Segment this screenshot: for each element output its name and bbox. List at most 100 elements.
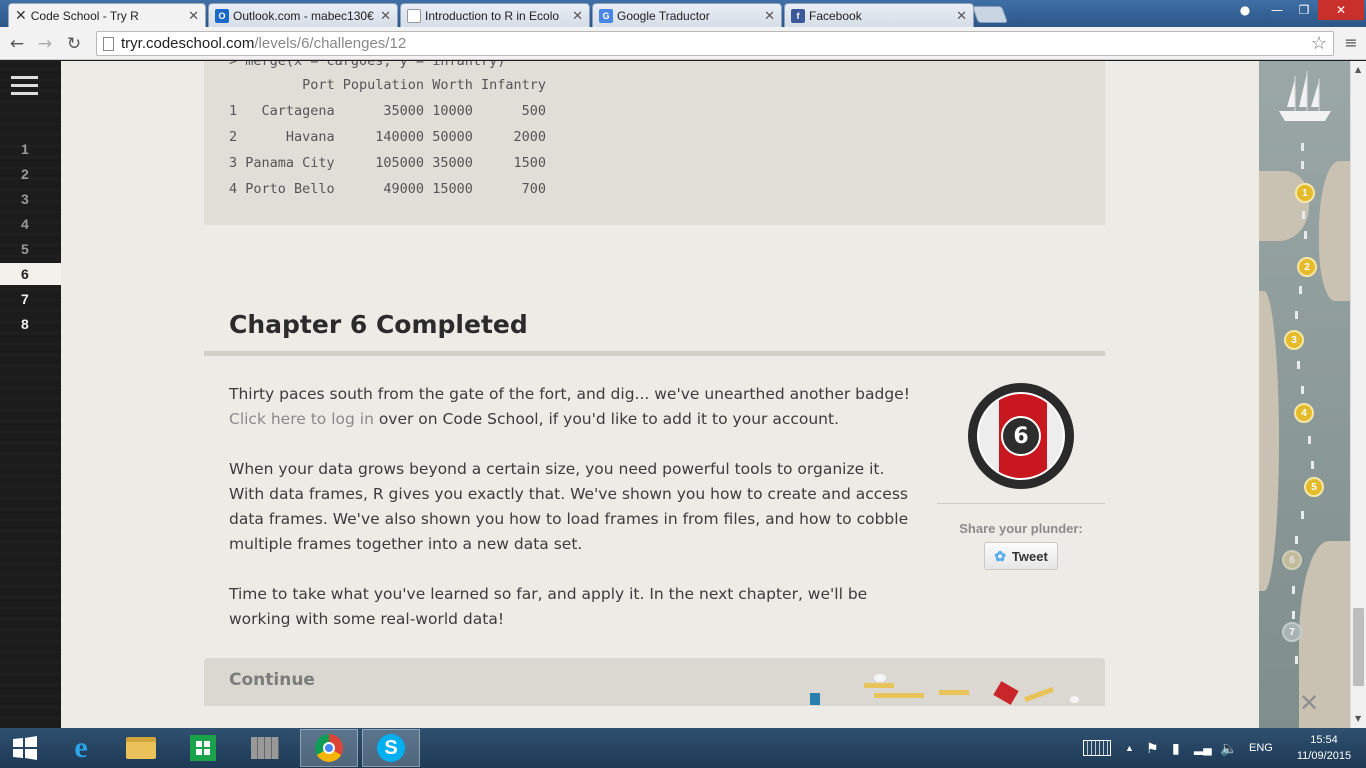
- battery-icon[interactable]: ▮: [1172, 728, 1180, 768]
- volume-icon[interactable]: 🔈: [1220, 728, 1237, 768]
- twitter-bird-icon: ✿: [994, 547, 1006, 564]
- google-translate-icon: G: [599, 8, 613, 23]
- chapter-link-2[interactable]: 2: [0, 163, 61, 185]
- route-dash: [1295, 536, 1298, 544]
- map-marker-2[interactable]: 2: [1297, 257, 1317, 277]
- address-bar[interactable]: tryr.codeschool.com/levels/6/challenges/…: [96, 31, 1334, 56]
- route-dash: [1301, 161, 1304, 169]
- file-explorer-icon[interactable]: [112, 729, 170, 767]
- completion-paragraph: Thirty paces south from the gate of the …: [229, 382, 919, 432]
- internet-explorer-icon[interactable]: e: [52, 729, 110, 767]
- keyboard-icon[interactable]: [1083, 728, 1111, 768]
- tab-google-traductor[interactable]: G Google Traductor ✕: [592, 3, 782, 27]
- main-content: > merge(x = cargoes, y = infantry) Port …: [61, 61, 1259, 728]
- route-dash: [1295, 656, 1298, 664]
- share-divider: [937, 503, 1105, 504]
- bookmark-star-icon[interactable]: ☆: [1311, 33, 1327, 54]
- map-land: [1319, 161, 1350, 301]
- route-dash: [1292, 586, 1295, 594]
- login-link[interactable]: Click here to log in: [229, 410, 374, 428]
- chrome-icon[interactable]: [300, 729, 358, 767]
- restore-button[interactable]: ❐: [1290, 0, 1318, 20]
- browser-toolbar: ← → ↻ tryr.codeschool.com/levels/6/chall…: [0, 27, 1366, 60]
- chapter-link-4[interactable]: 4: [0, 213, 61, 235]
- tab-title: Code School - Try R: [30, 8, 139, 23]
- route-dash: [1295, 311, 1298, 319]
- code-partial-line: > merge(x = cargoes, y = infantry): [229, 61, 506, 69]
- language-indicator[interactable]: ENG: [1249, 728, 1273, 768]
- vertical-scrollbar[interactable]: ▲ ▼: [1350, 61, 1366, 728]
- decorative-shape: [874, 693, 924, 698]
- code-header-line: Port Population Worth Infantry: [229, 77, 546, 93]
- progress-map: 1 2 3 4 5 6 7 ✕: [1259, 61, 1350, 728]
- chapter-link-6[interactable]: 6: [0, 263, 61, 285]
- skype-icon[interactable]: S: [362, 729, 420, 767]
- tab-title: Facebook: [809, 8, 862, 23]
- map-marker-1[interactable]: 1: [1295, 183, 1315, 203]
- close-icon[interactable]: ✕: [380, 8, 391, 24]
- tweet-label: Tweet: [1011, 548, 1048, 564]
- close-icon[interactable]: ✕: [572, 8, 583, 24]
- tab-outlook[interactable]: O Outlook.com - mabec130€ ✕: [208, 3, 398, 27]
- reload-icon[interactable]: ↻: [63, 33, 85, 55]
- map-marker-5[interactable]: 5: [1304, 477, 1324, 497]
- tab-facebook[interactable]: f Facebook ✕: [784, 3, 974, 27]
- code-output-block: > merge(x = cargoes, y = infantry) Port …: [204, 61, 1105, 225]
- chrome-menu-icon[interactable]: ≡: [1342, 33, 1360, 53]
- facebook-icon: f: [791, 8, 805, 23]
- route-dash: [1301, 143, 1304, 151]
- title-divider: [204, 351, 1105, 356]
- scroll-down-icon[interactable]: ▼: [1355, 714, 1361, 723]
- chapter-link-3[interactable]: 3: [0, 188, 61, 210]
- minimize-button[interactable]: —: [1264, 0, 1290, 20]
- close-icon[interactable]: ✕: [956, 8, 967, 24]
- menu-icon[interactable]: [11, 76, 38, 96]
- remote-desktop-icon[interactable]: [236, 729, 294, 767]
- chapter-link-8[interactable]: 8: [0, 313, 61, 335]
- system-clock[interactable]: 15:54 11/09/2015: [1290, 732, 1358, 764]
- tab-intro-r-ecology[interactable]: Introduction to R in Ecolo ✕: [400, 3, 590, 27]
- decorative-shape: [1070, 696, 1079, 703]
- flag-icon[interactable]: ⚑: [1146, 728, 1159, 768]
- route-dash: [1304, 231, 1307, 239]
- scrollbar-thumb[interactable]: [1353, 608, 1364, 686]
- route-dash: [1302, 211, 1305, 219]
- badge-number: 6: [1001, 416, 1041, 456]
- code-row: 3 Panama City 105000 35000 1500: [229, 155, 546, 171]
- windows-store-icon[interactable]: [174, 729, 232, 767]
- user-icon[interactable]: ●: [1234, 0, 1256, 20]
- code-school-icon: ✕: [15, 7, 27, 23]
- signal-icon[interactable]: ▂▄: [1194, 728, 1212, 768]
- windows-taskbar: e S ▲ ⚑ ▮ ▂▄ 🔈 ENG 15:54 11/09/2015: [0, 728, 1366, 768]
- map-marker-3[interactable]: 3: [1284, 330, 1304, 350]
- map-marker-6[interactable]: 6: [1282, 550, 1302, 570]
- paragraph-text: Thirty paces south from the gate of the …: [229, 385, 910, 403]
- new-tab-button[interactable]: [971, 6, 1009, 23]
- map-land: [1259, 171, 1309, 241]
- close-icon[interactable]: ✕: [188, 8, 199, 24]
- close-icon[interactable]: ✕: [764, 8, 775, 24]
- scroll-up-icon[interactable]: ▲: [1355, 65, 1361, 74]
- outlook-icon: O: [215, 8, 229, 23]
- continue-button[interactable]: Continue: [204, 658, 1105, 706]
- back-icon[interactable]: ←: [6, 33, 28, 55]
- url-path: /levels/6/challenges/12: [254, 35, 407, 52]
- tweet-button[interactable]: ✿ Tweet: [984, 542, 1058, 570]
- map-marker-4[interactable]: 4: [1294, 403, 1314, 423]
- close-window-button[interactable]: ✕: [1318, 0, 1364, 20]
- route-dash: [1292, 611, 1295, 619]
- chapter-link-7[interactable]: 7: [0, 288, 61, 310]
- tab-code-school[interactable]: ✕ Code School - Try R ✕: [8, 3, 206, 27]
- windows-start-icon[interactable]: [0, 729, 50, 767]
- forward-icon[interactable]: →: [34, 33, 56, 55]
- paragraph-text: over on Code School, if you'd like to ad…: [373, 410, 840, 428]
- clock-time: 15:54: [1310, 734, 1338, 746]
- tab-title: Outlook.com - mabec130€: [233, 8, 374, 23]
- decorative-shape: [864, 683, 894, 688]
- chapter-link-5[interactable]: 5: [0, 238, 61, 260]
- share-label: Share your plunder:: [959, 521, 1083, 536]
- map-marker-7[interactable]: 7: [1282, 622, 1302, 642]
- clock-date: 11/09/2015: [1296, 750, 1352, 762]
- chapter-link-1[interactable]: 1: [0, 138, 61, 160]
- show-hidden-icons-icon[interactable]: ▲: [1125, 728, 1134, 768]
